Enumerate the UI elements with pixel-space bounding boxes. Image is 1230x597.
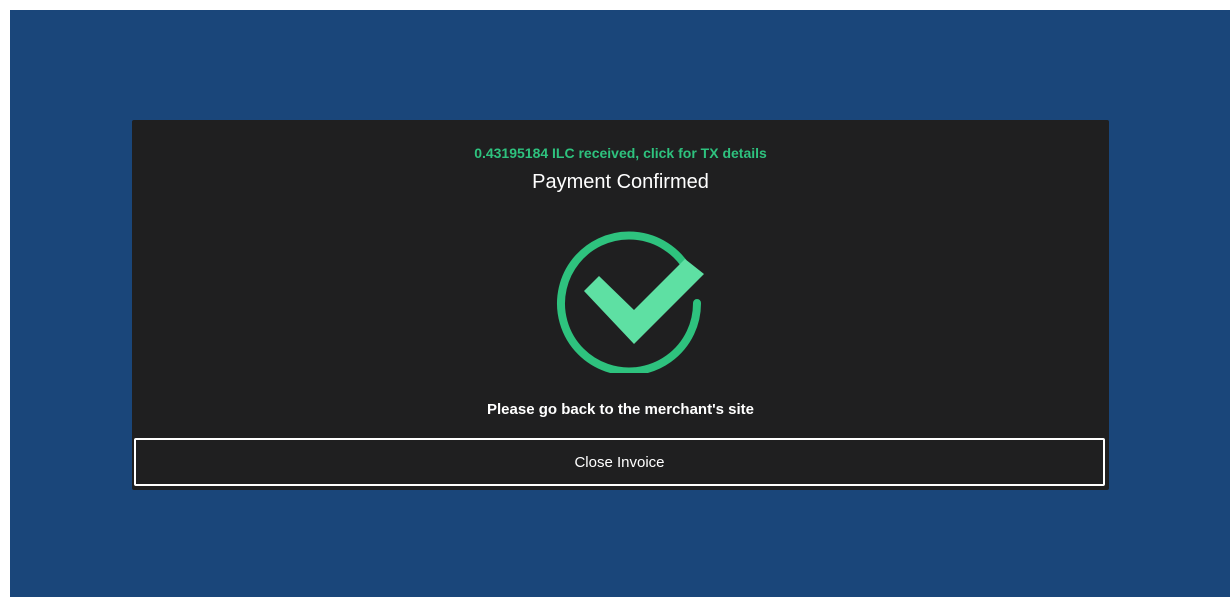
page-background: 0.43195184 ILC received, click for TX de… bbox=[10, 10, 1230, 597]
tx-details-link[interactable]: 0.43195184 ILC received, click for TX de… bbox=[132, 145, 1109, 161]
payment-status-title: Payment Confirmed bbox=[532, 171, 709, 193]
checkmark-circle-icon bbox=[556, 228, 712, 376]
return-to-merchant-message: Please go back to the merchant's site bbox=[487, 401, 754, 418]
invoice-card: 0.43195184 ILC received, click for TX de… bbox=[132, 120, 1109, 490]
close-invoice-button[interactable]: Close Invoice bbox=[134, 438, 1105, 486]
